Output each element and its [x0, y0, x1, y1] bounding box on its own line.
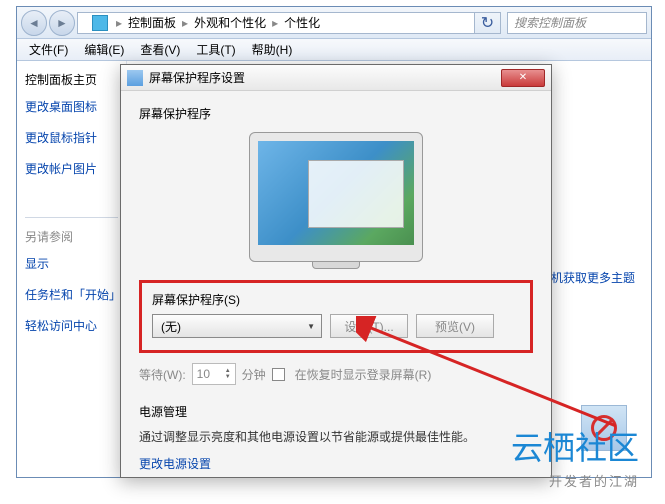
sidebar: 控制面板主页 更改桌面图标 更改鼠标指针 更改帐户图片 另请参阅 显示 任务栏和… — [17, 61, 127, 477]
saver-label: 屏幕保护程序(S) — [152, 291, 520, 308]
nav-bar: ◄ ► ▸ 控制面板 ▸ 外观和个性化 ▸ 个性化 ↻ 搜索控制面板 — [17, 7, 651, 39]
sidebar-link-account-picture[interactable]: 更改帐户图片 — [25, 160, 118, 177]
sidebar-link-mouse-pointer[interactable]: 更改鼠标指针 — [25, 129, 118, 146]
search-input[interactable]: 搜索控制面板 — [507, 12, 647, 34]
menu-help[interactable]: 帮助(H) — [244, 41, 301, 58]
menu-tools[interactable]: 工具(T) — [188, 41, 243, 58]
menu-view[interactable]: 查看(V) — [132, 41, 188, 58]
right-links: 联机获取更多主题 — [539, 269, 635, 296]
chevron-right-icon: ▸ — [180, 16, 190, 30]
sidebar-also-display[interactable]: 显示 — [25, 255, 118, 272]
power-desc: 通过调整显示亮度和其他电源设置以节省能源或提供最佳性能。 — [139, 428, 533, 445]
sidebar-home[interactable]: 控制面板主页 — [25, 71, 118, 88]
control-panel-icon — [92, 15, 108, 31]
sidebar-also-ease-access[interactable]: 轻松访问中心 — [25, 317, 118, 334]
screensaver-value: (无) — [161, 318, 181, 335]
crumb-personalization[interactable]: 个性化 — [280, 14, 324, 31]
forward-button[interactable]: ► — [49, 10, 75, 36]
wait-label: 等待(W): — [139, 366, 186, 383]
back-button[interactable]: ◄ — [21, 10, 47, 36]
crumb-appearance[interactable]: 外观和个性化 — [190, 14, 270, 31]
power-title: 电源管理 — [139, 403, 533, 420]
close-button[interactable]: ✕ — [501, 69, 545, 87]
menu-edit[interactable]: 编辑(E) — [76, 41, 132, 58]
dialog-title: 屏幕保护程序设置 — [149, 69, 501, 86]
sidebar-also-label: 另请参阅 — [25, 228, 118, 245]
dialog-titlebar: 屏幕保护程序设置 ✕ — [121, 65, 551, 91]
section-label: 屏幕保护程序 — [139, 105, 533, 122]
power-settings-link[interactable]: 更改电源设置 — [139, 455, 533, 472]
preview-screen — [258, 141, 414, 245]
screensaver-thumbnail[interactable] — [581, 405, 627, 451]
sidebar-separator — [25, 217, 118, 218]
menu-file[interactable]: 文件(F) — [21, 41, 76, 58]
chevron-right-icon: ▸ — [270, 16, 280, 30]
saver-row: (无) 设置(T)... 预览(V) — [152, 314, 520, 338]
no-entry-icon — [591, 415, 617, 441]
monitor-stand — [312, 261, 360, 269]
menu-bar: 文件(F) 编辑(E) 查看(V) 工具(T) 帮助(H) — [17, 39, 651, 61]
highlight-annotation: 屏幕保护程序(S) (无) 设置(T)... 预览(V) — [139, 280, 533, 353]
power-section: 电源管理 通过调整显示亮度和其他电源设置以节省能源或提供最佳性能。 更改电源设置 — [139, 403, 533, 472]
sidebar-link-desktop-icons[interactable]: 更改桌面图标 — [25, 98, 118, 115]
wait-unit: 分钟 — [242, 366, 266, 383]
wait-spinner[interactable]: 10 ▲▼ — [192, 363, 236, 385]
wait-value: 10 — [197, 367, 210, 381]
dialog-icon — [127, 70, 143, 86]
spinner-arrows-icon[interactable]: ▲▼ — [225, 368, 231, 380]
screensaver-settings-dialog: 屏幕保护程序设置 ✕ 屏幕保护程序 屏幕保护程序(S) (无) 设置(T)...… — [120, 64, 552, 478]
sidebar-also-taskbar[interactable]: 任务栏和「开始」 — [25, 286, 118, 303]
crumb-control-panel[interactable]: 控制面板 — [124, 14, 180, 31]
breadcrumb[interactable]: ▸ 控制面板 ▸ 外观和个性化 ▸ 个性化 — [77, 12, 475, 34]
preview-button[interactable]: 预览(V) — [416, 314, 494, 338]
screensaver-preview-monitor — [249, 132, 423, 262]
resume-label: 在恢复时显示登录屏幕(R) — [295, 366, 432, 383]
chevron-right-icon: ▸ — [114, 16, 124, 30]
wait-row: 等待(W): 10 ▲▼ 分钟 在恢复时显示登录屏幕(R) — [139, 363, 533, 385]
resume-checkbox[interactable] — [272, 368, 285, 381]
link-more-themes[interactable]: 联机获取更多主题 — [539, 269, 635, 286]
refresh-button[interactable]: ↻ — [475, 12, 501, 34]
dialog-body: 屏幕保护程序 屏幕保护程序(S) (无) 设置(T)... 预览(V) 等待(W… — [121, 91, 551, 486]
settings-button[interactable]: 设置(T)... — [330, 314, 408, 338]
screensaver-dropdown[interactable]: (无) — [152, 314, 322, 338]
